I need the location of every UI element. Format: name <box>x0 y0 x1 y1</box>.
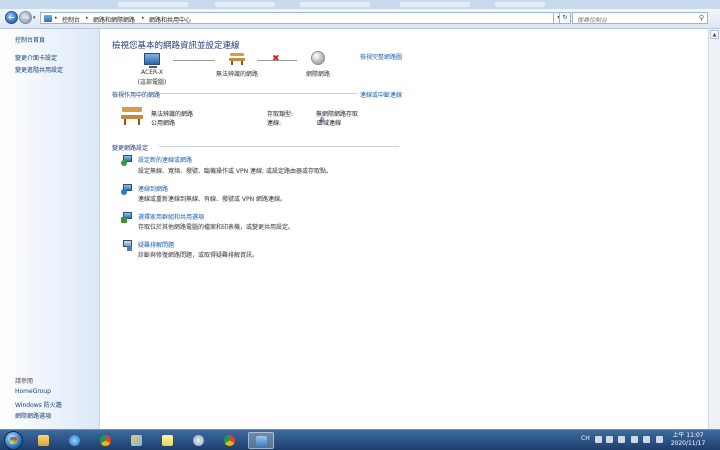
sidebar-homegroup[interactable]: HomeGroup <box>15 388 51 395</box>
section-divider <box>159 146 399 147</box>
connection-line <box>173 60 215 61</box>
troubleshoot-link[interactable]: 疑難排解問題 <box>138 240 174 249</box>
search-icon[interactable]: ⚲ <box>699 14 704 22</box>
sidebar-control-panel-home[interactable]: 控制台首頁 <box>15 35 45 44</box>
title-strip <box>0 0 720 9</box>
chrome-icon <box>224 435 235 446</box>
language-indicator[interactable]: CH <box>581 435 590 442</box>
show-hidden-icons-icon[interactable] <box>631 436 638 443</box>
ghost-tab <box>300 2 370 7</box>
taskbar: CH 上午 11:07 2020/11/17 <box>0 429 720 450</box>
taskbar-app[interactable] <box>186 432 212 449</box>
connect-network-icon <box>121 184 133 195</box>
paint-icon <box>131 435 142 446</box>
troubleshoot-desc: 診斷與修復網路問題，或取得疑難排解資訊。 <box>138 252 259 259</box>
network-tray-icon[interactable] <box>643 436 650 443</box>
ghost-tab <box>215 2 275 7</box>
network-label: 無法辨識的網路 <box>215 71 258 78</box>
clock-date: 2020/11/17 <box>670 440 706 447</box>
folder-icon <box>38 435 49 446</box>
change-settings-title: 變更網路設定 <box>112 145 149 152</box>
internet-label: 網際網路 <box>305 71 330 78</box>
sticky-notes-icon <box>162 435 173 446</box>
sidebar-internet-options[interactable]: 網際網路選項 <box>15 411 51 420</box>
forward-button[interactable]: → <box>19 11 32 24</box>
active-networks-title: 檢視作用中的網路 <box>112 92 161 99</box>
sidebar-windows-firewall[interactable]: Windows 防火牆 <box>15 400 62 409</box>
search-placeholder: 搜尋控制台 <box>577 17 608 24</box>
active-network-name: 無法辨識的網路 <box>151 111 194 118</box>
bench-network-icon[interactable] <box>229 53 245 65</box>
main-content: 檢視您基本的網路資訊並設定連線 檢視完整網路圖 ✖ ACER-X (這部電腦) … <box>101 29 708 429</box>
homegroup-sharing-desc: 存取位於其他網路電腦的檔案和印表機，或變更共用設定。 <box>138 224 295 231</box>
taskbar-chrome[interactable] <box>93 432 119 449</box>
back-button[interactable]: ← <box>5 11 18 24</box>
control-panel-icon <box>44 15 52 22</box>
connect-disconnect-link[interactable]: 連線或中斷連線 <box>360 90 402 99</box>
address-bar: ← → ▾ ▸ 控制台 ▸ 網路和網際網路 ▸ 網路和共用中心 ▾ ↻ 搜尋控制… <box>0 9 720 29</box>
internet-explorer-icon <box>69 435 80 446</box>
active-network-type[interactable]: 公用網路 <box>151 118 175 127</box>
chevron-right-icon[interactable]: ▸ <box>142 15 145 21</box>
chevron-right-icon[interactable]: ▸ <box>86 15 89 21</box>
refresh-button[interactable]: ↻ <box>559 12 571 24</box>
computer-sub: (這部電腦) <box>137 79 167 86</box>
homegroup-sharing-link[interactable]: 選擇家用群組和共用選項 <box>138 212 204 221</box>
help-icon[interactable] <box>618 436 625 443</box>
clock[interactable]: 上午 11:07 2020/11/17 <box>668 432 708 448</box>
taskbar-paint[interactable] <box>124 432 150 449</box>
internet-globe-icon[interactable] <box>311 51 325 65</box>
computer-icon[interactable] <box>144 53 160 68</box>
breadcrumb-network-internet[interactable]: 網路和網際網路 <box>93 15 135 24</box>
chevron-right-icon[interactable]: ▸ <box>55 15 58 21</box>
new-connection-icon <box>121 155 133 166</box>
chrome-icon <box>100 435 111 446</box>
setup-new-connection-link[interactable]: 設定新的連線或網路 <box>138 155 192 164</box>
control-panel-icon <box>256 436 267 447</box>
breadcrumb-control-panel[interactable]: 控制台 <box>62 15 80 24</box>
app-icon <box>193 435 204 446</box>
local-connection-link[interactable]: 區域連線 <box>317 118 341 127</box>
scroll-up-arrow[interactable]: ▲ <box>710 30 719 39</box>
connect-to-network-desc: 連線或重新連線到無線、有線、撥號或 VPN 網路連線。 <box>138 196 287 203</box>
ghost-tab <box>400 2 470 7</box>
computer-name: ACER-X <box>141 69 163 76</box>
connections-label: 連線: <box>267 120 282 127</box>
vertical-scrollbar[interactable]: ▲ <box>708 29 720 429</box>
sidebar-change-advanced-sharing[interactable]: 變更進階共用設定 <box>15 65 63 74</box>
connect-to-network-link[interactable]: 連線到網路 <box>138 184 168 193</box>
breadcrumb[interactable]: ▸ 控制台 ▸ 網路和網際網路 ▸ 網路和共用中心 <box>40 12 565 24</box>
taskbar-chrome-2[interactable] <box>217 432 243 449</box>
breadcrumb-network-center[interactable]: 網路和共用中心 <box>149 15 191 24</box>
taskbar-notes[interactable] <box>155 432 181 449</box>
bench-network-icon-large[interactable] <box>121 107 143 125</box>
taskbar-control-panel[interactable] <box>248 432 274 449</box>
section-divider <box>159 93 357 94</box>
disconnected-x-icon: ✖ <box>272 54 280 64</box>
start-button[interactable] <box>4 431 23 450</box>
setup-new-connection-desc: 設定無線、寬頻、撥號、臨機操作或 VPN 連線; 或設定路由器或存取點。 <box>138 168 332 175</box>
troubleshoot-icon <box>121 240 133 251</box>
see-also-title: 請參閱 <box>15 378 34 385</box>
ime-icon[interactable] <box>606 436 613 443</box>
sidebar: 控制台首頁 變更介面卡設定 變更進階共用設定 請參閱 HomeGroup Win… <box>0 29 100 429</box>
ghost-tab <box>118 2 188 7</box>
recent-pages-dropdown[interactable]: ▾ <box>33 15 36 21</box>
network-map: ✖ ACER-X (這部電腦) 無法辨識的網路 網際網路 <box>101 29 708 89</box>
search-input[interactable]: 搜尋控制台 ⚲ <box>572 12 708 24</box>
taskbar-explorer[interactable] <box>31 432 57 449</box>
sidebar-change-adapter-settings[interactable]: 變更介面卡設定 <box>15 53 57 62</box>
ghost-tab <box>495 2 545 7</box>
taskbar-ie[interactable] <box>62 432 88 449</box>
clock-time: 上午 11:07 <box>672 432 704 439</box>
input-method-icon[interactable] <box>595 436 602 443</box>
access-type-label: 存取類型: <box>267 111 294 118</box>
homegroup-sharing-icon <box>121 212 133 223</box>
volume-icon[interactable] <box>656 436 663 443</box>
